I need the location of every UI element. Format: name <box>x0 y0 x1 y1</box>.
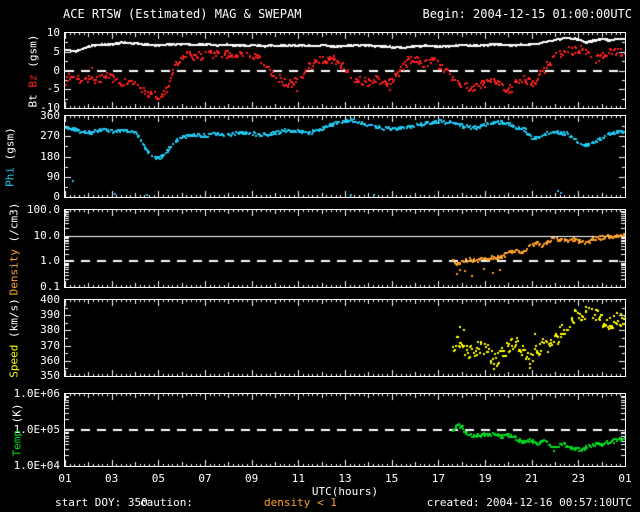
panel-temp <box>64 393 626 467</box>
created-timestamp: created: 2004-12-16 00:57:10UTC <box>426 496 632 509</box>
panel-speed-ylabel: Speed (km/s) <box>8 298 21 377</box>
y-tick-label: 1.0E+05 <box>13 423 60 436</box>
panel-speed-canvas <box>65 300 625 376</box>
panel-phi-canvas <box>65 116 625 197</box>
x-tick-label: 23 <box>571 472 585 485</box>
panel-density-canvas <box>65 210 625 287</box>
ylabel-part: (/cm3) <box>7 202 21 249</box>
caution-value: density < 1 <box>264 496 337 509</box>
ylabel-part: Temp <box>10 430 24 457</box>
x-tick-label: 07 <box>198 472 212 485</box>
ylabel-part: Bt <box>26 87 40 107</box>
panel-density <box>64 209 626 288</box>
caution-label: caution: <box>140 496 193 509</box>
ylabel-part: Speed <box>7 344 21 378</box>
ylabel-part: Phi <box>3 166 17 187</box>
ylabel-part: Bz <box>26 73 40 88</box>
ylabel-part: (km/s) <box>7 298 21 345</box>
x-tick-label: 21 <box>525 472 539 485</box>
x-tick-label: 03 <box>105 472 119 485</box>
panel-temp-ylabel: Temp (K) <box>11 404 24 457</box>
ylabel-part: (gsm) <box>3 126 17 167</box>
panel-mag-bt-bz-canvas <box>65 33 625 108</box>
x-tick-label: 11 <box>291 472 305 485</box>
panel-phi-ylabel: Phi (gsm) <box>4 127 17 187</box>
plot-area: 10 5 0 -5 -10 Bt Bz (gsm) 360 270 180 90 0 Phi (gsm… <box>0 0 640 512</box>
x-tick-label: 01 <box>58 472 72 485</box>
y-tick-label: 360 <box>40 109 60 122</box>
x-tick-label: 09 <box>245 472 259 485</box>
panel-speed <box>64 299 626 377</box>
ace-rtsw-screen: { "header": { "title": "ACE RTSW (Estima… <box>0 0 640 512</box>
ylabel-part: (K) <box>10 403 24 430</box>
ylabel-part: (gsm) <box>26 34 40 74</box>
panel-density-ylabel: Density (/cm3) <box>8 202 21 295</box>
x-tick-label: 05 <box>151 472 165 485</box>
x-tick-label: 15 <box>385 472 399 485</box>
y-tick-label: 1.0E+06 <box>13 387 60 400</box>
y-tick-label: 1.0E+04 <box>13 459 60 472</box>
x-tick-label: 13 <box>338 472 352 485</box>
x-tick-label: 19 <box>478 472 492 485</box>
x-tick-label: 17 <box>431 472 445 485</box>
panel-mag-bt-bz-ylabel: Bt Bz (gsm) <box>27 34 40 107</box>
ylabel-part: Density <box>7 248 21 295</box>
panel-phi <box>64 115 626 198</box>
y-tick-label: 0 <box>53 190 60 203</box>
panel-mag-bt-bz <box>64 32 626 109</box>
panel-temp-canvas <box>65 394 625 466</box>
start-doy-label: start DOY: 350 <box>55 496 148 509</box>
x-tick-label: 01 <box>618 472 632 485</box>
